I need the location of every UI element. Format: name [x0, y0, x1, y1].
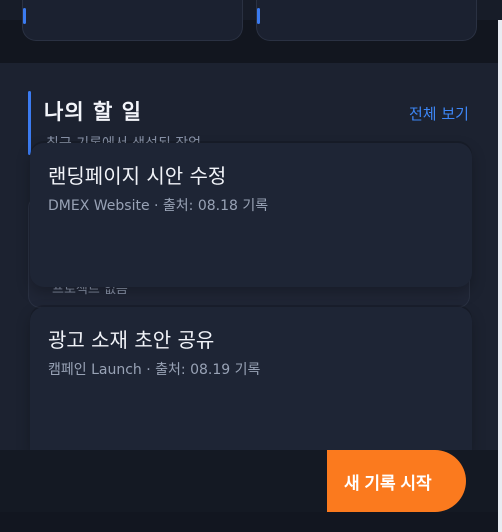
task-title: 랜딩페이지 시안 수정: [48, 164, 227, 188]
task-meta: 캠페인 Launch · 출처: 08.19 기록: [48, 362, 261, 378]
summary-card-left[interactable]: [22, 0, 243, 41]
new-record-button[interactable]: 새 기록 시작: [327, 450, 466, 512]
task-card[interactable]: 광고 소재 초안 공유 캠페인 Launch · 출처: 08.19 기록: [30, 307, 472, 450]
scroll-edge: [498, 20, 502, 532]
card-accent: [23, 8, 26, 24]
summary-card-right[interactable]: [256, 0, 477, 41]
bottom-strip: [0, 512, 498, 532]
section-title: 나의 할 일: [44, 100, 142, 124]
top-card-row: [0, 0, 502, 63]
section-accent-bar: [28, 91, 31, 155]
task-title: 광고 소재 초안 공유: [48, 328, 215, 352]
app-screen: 나의 할 일 전체 보기 최근 기록에서 생성된 작업 프로젝트 없음 랜딩페이…: [0, 0, 502, 532]
card-accent: [257, 8, 260, 24]
task-card[interactable]: 랜딩페이지 시안 수정 DMEX Website · 출처: 08.18 기록: [30, 143, 472, 287]
view-all-link[interactable]: 전체 보기: [409, 103, 469, 124]
task-meta: DMEX Website · 출처: 08.18 기록: [48, 198, 269, 214]
